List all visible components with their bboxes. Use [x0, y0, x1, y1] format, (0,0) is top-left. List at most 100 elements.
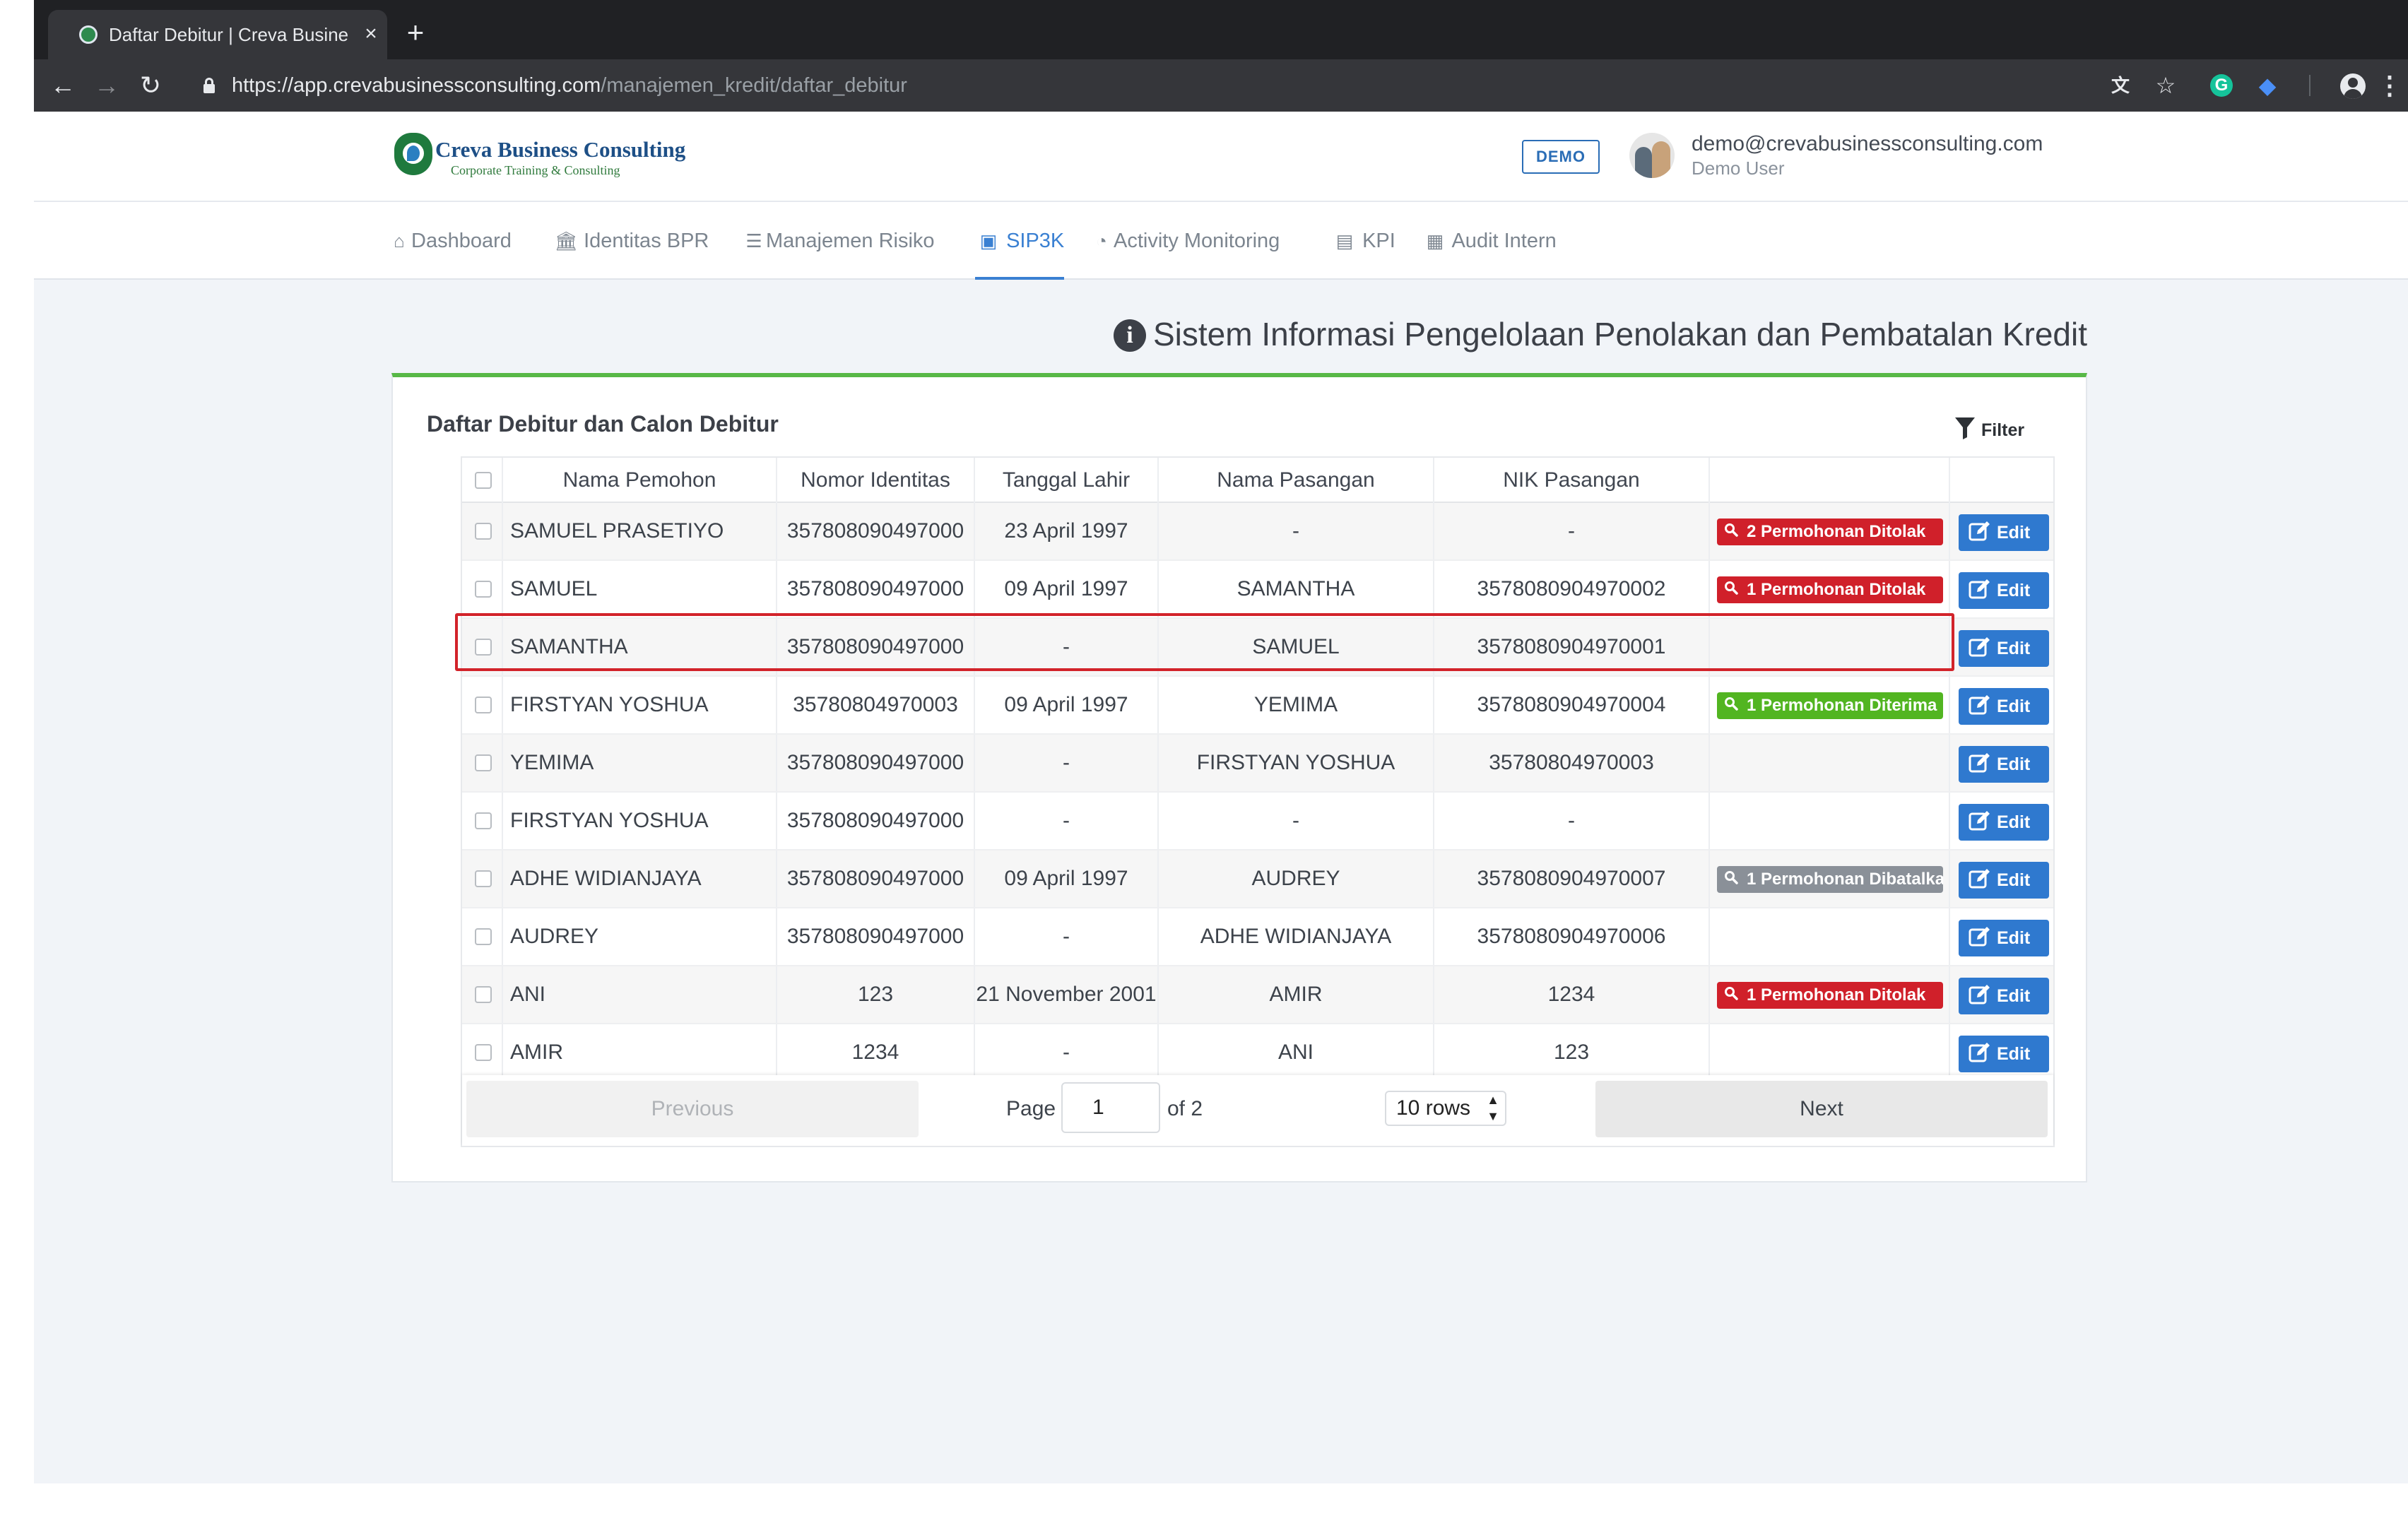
row-checkbox[interactable]	[475, 697, 492, 713]
row-checkbox[interactable]	[475, 581, 492, 598]
search-icon	[1723, 576, 1740, 603]
nav-item-kpi[interactable]: ▤ KPI	[1333, 223, 1395, 259]
edit-button[interactable]: Edit	[1959, 514, 2049, 551]
card-title: Daftar Debitur dan Calon Debitur	[427, 411, 779, 437]
cell-nik-pasangan: 123	[1434, 1024, 1710, 1081]
profile-icon[interactable]	[2340, 73, 2366, 99]
table-row[interactable]: AUDREY 357808090497000- ADHE WIDIANJAYA 357…	[462, 908, 2053, 966]
status-badge[interactable]: 1 Permohonan Ditolak	[1717, 576, 1943, 603]
select-all-header	[462, 458, 503, 503]
screen: Daftar Debitur | Creva Business × + ← → …	[0, 0, 2408, 1523]
page-number-input[interactable]	[1061, 1082, 1160, 1133]
logo-title[interactable]: Creva Business Consulting	[435, 137, 732, 162]
edit-button-label: Edit	[1997, 639, 2031, 658]
rows-per-page-value: 10 rows	[1396, 1096, 1471, 1120]
table-row[interactable]: SAMUEL PRASETIYO 357808090497000 23 April …	[462, 503, 2053, 561]
status-badge[interactable]: 1 Permohonan Diterima	[1717, 692, 1943, 719]
row-checkbox[interactable]	[475, 523, 492, 540]
row-checkbox[interactable]	[475, 928, 492, 945]
row-checkbox[interactable]	[475, 812, 492, 829]
edit-button[interactable]: Edit	[1959, 688, 2049, 725]
status-badge[interactable]: 1 Permohonan Ditolak	[1717, 982, 1943, 1009]
previous-page-button[interactable]: Previous	[466, 1081, 919, 1137]
row-checkbox[interactable]	[475, 754, 492, 771]
status-badge[interactable]: 1 Permohonan Dibatalkan	[1717, 866, 1943, 893]
col-header-nama-pasangan[interactable]: Nama Pasangan	[1159, 458, 1434, 503]
cell-tanggal-lahir: 23 April 1997	[975, 503, 1159, 559]
edit-button[interactable]: Edit	[1959, 978, 2049, 1014]
logo-icon[interactable]	[394, 133, 432, 175]
cell-nama-pemohon: AMIR	[503, 1024, 777, 1081]
user-email[interactable]: demo@crevabusinessconsulting.com	[1692, 130, 2087, 158]
cell-select	[462, 793, 503, 849]
highlighted-row-outline	[455, 613, 1954, 671]
extension-icon[interactable]: ◆	[2253, 71, 2282, 100]
nav-item-audit-intern[interactable]: ▦ Audit Intern	[1423, 223, 1557, 259]
nav-item-label: KPI	[1362, 230, 1395, 252]
avatar[interactable]	[1629, 133, 1675, 178]
table-row[interactable]: FIRSTYAN YOSHUA 357808090497000- - - Edit	[462, 793, 2053, 851]
cell-nama-pemohon: YEMIMA	[503, 735, 777, 791]
forward-arrow-icon[interactable]: →	[92, 71, 122, 100]
cell-nomor-identitas: 357808090497000	[777, 735, 975, 791]
nav-item-manajemen-risiko[interactable]: ☰ Manajemen Risiko	[742, 223, 934, 259]
table-row[interactable]: AMIR 1234- ANI 123 Edit	[462, 1024, 2053, 1082]
table-row[interactable]: ADHE WIDIANJAYA 357808090497000 09 April 1…	[462, 851, 2053, 908]
edit-button[interactable]: Edit	[1959, 630, 2049, 667]
status-badge[interactable]: 2 Permohonan Ditolak	[1717, 518, 1943, 545]
reload-icon[interactable]: ↻	[136, 71, 165, 100]
col-header-nik-pasangan[interactable]: NIK Pasangan	[1434, 458, 1710, 503]
col-header-nomor-identitas[interactable]: Nomor Identitas	[777, 458, 975, 503]
table-row[interactable]: SAMUEL 357808090497000 09 April 1997 SAMANT…	[462, 561, 2053, 619]
cell-select	[462, 561, 503, 617]
select-all-checkbox[interactable]	[475, 472, 492, 489]
address-bar[interactable]: https://app.crevabusinessconsulting.com/…	[232, 71, 1221, 100]
rows-per-page-select[interactable]: 10 rows ▲ ▼	[1385, 1091, 1506, 1126]
home-icon: ⌂	[394, 230, 405, 251]
grammarly-icon[interactable]: G	[2210, 74, 2233, 97]
edit-button[interactable]: Edit	[1959, 804, 2049, 841]
table-row[interactable]: ANI 123 21 November 2001 AMIR 1234 1 Permohon…	[462, 966, 2053, 1024]
cell-nama-pemohon: AUDREY	[503, 908, 777, 965]
search-icon	[1723, 982, 1740, 1009]
cell-status: 1 Permohonan Dibatalkan	[1710, 851, 1950, 907]
filter-button[interactable]: Filter	[1954, 414, 2053, 446]
row-checkbox[interactable]	[475, 870, 492, 887]
cell-nama-pasangan: ADHE WIDIANJAYA	[1159, 908, 1434, 965]
cell-actions: Edit	[1950, 735, 2053, 791]
tab-title: Daftar Debitur | Creva Business	[109, 24, 349, 45]
nav-item-identitas-bpr[interactable]: 🏛 Identitas BPR	[554, 223, 709, 259]
edit-button[interactable]: Edit	[1959, 572, 2049, 609]
edit-button[interactable]: Edit	[1959, 746, 2049, 783]
nav-item-sip3k[interactable]: ▣ SIP3K	[976, 223, 1065, 259]
translate-icon[interactable]: 文	[2106, 71, 2135, 100]
next-page-button[interactable]: Next	[1595, 1081, 2048, 1137]
browser-menu-icon[interactable]: ⋮	[2377, 71, 2402, 100]
table-row[interactable]: FIRSTYAN YOSHUA 35780804970003 09 April 19…	[462, 677, 2053, 735]
browser-tab[interactable]: Daftar Debitur | Creva Business ×	[48, 10, 387, 59]
col-header-tanggal-lahir[interactable]: Tanggal Lahir	[975, 458, 1159, 503]
url-path: /manajemen_kredit/daftar_debitur	[601, 74, 907, 97]
col-header-actions	[1950, 458, 2053, 503]
back-arrow-icon[interactable]: ←	[48, 71, 78, 100]
edit-button[interactable]: Edit	[1959, 920, 2049, 956]
nav-item-dashboard[interactable]: ⌂ Dashboard	[387, 223, 512, 259]
cell-actions: Edit	[1950, 677, 2053, 733]
cell-actions: Edit	[1950, 851, 2053, 907]
edit-button-label: Edit	[1997, 697, 2031, 716]
col-header-nama-pemohon[interactable]: Nama Pemohon	[503, 458, 777, 503]
page-count-label: of 2	[1167, 1097, 1203, 1120]
edit-button[interactable]: Edit	[1959, 862, 2049, 899]
cell-nama-pasangan: -	[1159, 793, 1434, 849]
main-nav: ⌂ Dashboard 🏛 Identitas BPR ☰ Manajemen Ri…	[34, 202, 2408, 280]
nav-item-label: Activity Monitoring	[1114, 230, 1280, 252]
cell-nomor-identitas: 357808090497000	[777, 908, 975, 965]
row-checkbox[interactable]	[475, 1044, 492, 1061]
row-checkbox[interactable]	[475, 986, 492, 1003]
nav-item-activity-monitoring[interactable]: ◔ Activity Monitoring	[1090, 223, 1280, 259]
table-row[interactable]: YEMIMA 357808090497000- FIRSTYAN YOSHUA 357…	[462, 735, 2053, 793]
edit-button[interactable]: Edit	[1959, 1036, 2049, 1072]
bookmark-star-icon[interactable]: ☆	[2151, 71, 2180, 100]
new-tab-button[interactable]: +	[401, 18, 430, 47]
tab-close-icon[interactable]: ×	[360, 21, 382, 47]
